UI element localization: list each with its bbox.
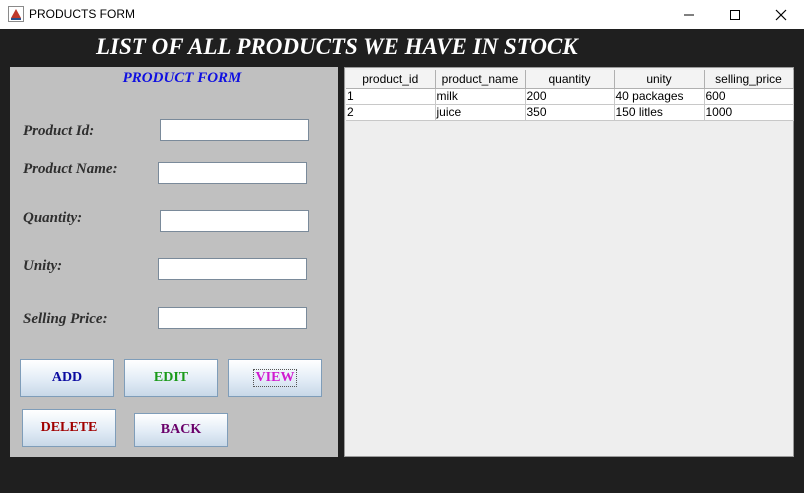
product-form-panel: PRODUCT FORM Product Id: Product Name: Q… bbox=[10, 67, 338, 457]
table-row[interactable]: 1 milk 200 40 packages 600 bbox=[346, 88, 794, 105]
page-title: LIST OF ALL PRODUCTS WE HAVE IN STOCK bbox=[96, 34, 578, 59]
quantity-label: Quantity: bbox=[23, 210, 83, 226]
form-title: PRODUCT FORM bbox=[122, 70, 242, 86]
product-id-label: Product Id: bbox=[23, 123, 95, 139]
delete-button[interactable]: DELETE bbox=[22, 409, 116, 447]
table-cell[interactable]: 1000 bbox=[704, 104, 794, 121]
table-cell[interactable]: juice bbox=[435, 104, 526, 121]
selling-price-label: Selling Price: bbox=[23, 311, 108, 327]
unity-label: Unity: bbox=[23, 258, 63, 274]
column-header-unity[interactable]: unity bbox=[614, 70, 705, 89]
maximize-button[interactable] bbox=[712, 0, 758, 29]
edit-button[interactable]: EDIT bbox=[124, 359, 218, 397]
column-header-quantity[interactable]: quantity bbox=[525, 70, 615, 89]
table-cell[interactable]: 1 bbox=[346, 88, 436, 105]
window-title: PRODUCTS FORM bbox=[29, 7, 135, 21]
table-cell[interactable]: 2 bbox=[346, 104, 436, 121]
table-cell[interactable]: milk bbox=[435, 88, 526, 105]
quantity-field[interactable] bbox=[160, 210, 309, 232]
table-cell[interactable]: 150 litles bbox=[614, 104, 705, 121]
table-cell[interactable]: 350 bbox=[525, 104, 615, 121]
table-row[interactable]: 2 juice 350 150 litles 1000 bbox=[346, 104, 794, 121]
close-icon bbox=[775, 9, 787, 20]
add-button[interactable]: ADD bbox=[20, 359, 114, 397]
table-cell[interactable]: 600 bbox=[704, 88, 794, 105]
table-cell[interactable]: 200 bbox=[525, 88, 615, 105]
products-table: product_id product_name quantity unity s… bbox=[346, 70, 794, 121]
product-name-field[interactable] bbox=[158, 162, 307, 184]
minimize-button[interactable] bbox=[666, 0, 712, 29]
back-button[interactable]: BACK bbox=[134, 413, 228, 447]
window-titlebar: PRODUCTS FORM bbox=[0, 0, 804, 29]
unity-field[interactable] bbox=[158, 258, 307, 280]
close-button[interactable] bbox=[758, 0, 804, 29]
minimize-icon bbox=[684, 14, 694, 15]
maximize-icon bbox=[730, 9, 740, 20]
products-table-panel: product_id product_name quantity unity s… bbox=[344, 67, 794, 457]
product-name-label: Product Name: bbox=[23, 161, 118, 177]
view-button[interactable]: VIEW bbox=[228, 359, 322, 397]
view-button-label: VIEW bbox=[252, 369, 298, 387]
product-id-field[interactable] bbox=[160, 119, 309, 141]
column-header-product-name[interactable]: product_name bbox=[435, 70, 526, 89]
table-cell[interactable]: 40 packages bbox=[614, 88, 705, 105]
java-cup-icon bbox=[8, 6, 24, 22]
table-header-row: product_id product_name quantity unity s… bbox=[346, 70, 794, 89]
column-header-selling-price[interactable]: selling_price bbox=[704, 70, 794, 89]
column-header-product-id[interactable]: product_id bbox=[346, 70, 436, 89]
selling-price-field[interactable] bbox=[158, 307, 307, 329]
